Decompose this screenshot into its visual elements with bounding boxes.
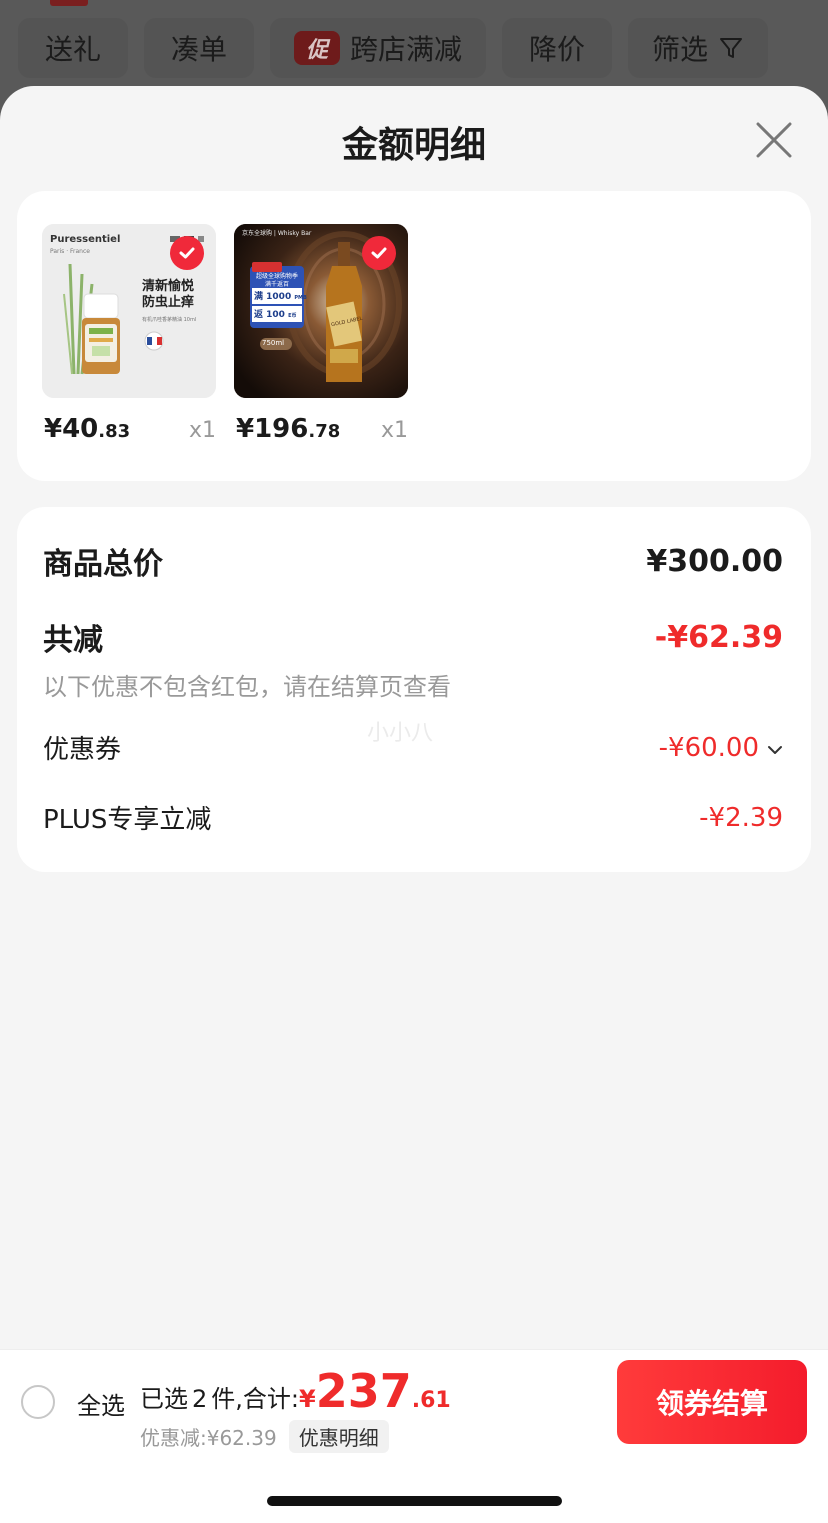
discount-note: 以下优惠不包含红包，请在结算页查看	[43, 673, 451, 701]
total-amount-dec: .61	[411, 1388, 451, 1413]
chip-bundle[interactable]: 凑单	[144, 18, 254, 78]
price-summary-card: 商品总价 ¥300.00 共减 -¥62.39 以下优惠不包含红包，请在结算页查…	[17, 507, 811, 872]
selected-suffix: 件,合计:	[211, 1385, 299, 1413]
promo-panel-title-2: 满千返百	[264, 281, 289, 288]
total-currency: ¥	[299, 1385, 316, 1413]
selected-count: 2	[192, 1385, 208, 1413]
filter-bar: 送礼 凑单 促 跨店满减 降价 筛选	[0, 0, 828, 100]
chip-filter-label: 筛选	[652, 33, 709, 66]
promo-panel-title-1: 超级全球购物季	[255, 273, 298, 280]
product-volume: 750ml	[262, 339, 285, 347]
product-image-header: 京东全球购 | Whisky Bar	[242, 230, 312, 237]
select-all-label[interactable]: 全选	[77, 1386, 125, 1421]
selected-prefix: 已选	[140, 1385, 188, 1413]
plus-discount-value: -¥2.39	[699, 802, 783, 833]
total-price-label: 商品总价	[43, 547, 163, 582]
chip-gift-label: 送礼	[44, 33, 101, 66]
total-reduce-label: 共减	[43, 623, 103, 658]
product-desc: 有机爪哇香茅精油 10ml	[142, 317, 197, 323]
summary-row-reduce: 共减 -¥62.39	[43, 615, 783, 659]
promo-row1-label: 满	[254, 292, 264, 302]
coupon-label: 优惠券	[43, 735, 122, 765]
chip-price-drop-label: 降价	[529, 33, 586, 66]
product-item[interactable]: Puressentiel Paris · France 清新愉悦 防虫止痒 有机…	[42, 224, 216, 444]
sheet-title: 金额明细	[341, 125, 486, 166]
discount-detail-button[interactable]: 优惠明细	[288, 1420, 389, 1453]
product-qty: x1	[380, 418, 408, 443]
discount-summary: 优惠减:¥62.39 优惠明细	[140, 1420, 389, 1453]
chip-gift[interactable]: 送礼	[18, 18, 128, 78]
total-amount-int: 237	[315, 1364, 412, 1418]
selected-total: 已选 2 件,合计: ¥ 237 .61	[140, 1364, 451, 1418]
product-price-row: ¥40.83 x1	[42, 414, 216, 444]
product-brand: Puressentiel	[50, 234, 121, 245]
chip-cross-store-label: 跨店满减	[350, 33, 463, 66]
total-price-value: ¥300.00	[646, 543, 783, 579]
promo-row1-amt: 1000	[266, 292, 292, 302]
promo-panel-row-2: 返 100 E币	[254, 307, 297, 320]
chip-cross-store[interactable]: 促 跨店满减	[270, 18, 487, 78]
chip-filter[interactable]: 筛选	[628, 18, 769, 78]
promo-row2-amt: 100	[266, 310, 285, 320]
top-accent	[50, 0, 88, 6]
home-indicator	[267, 1496, 562, 1506]
promo-badge-icon: 促	[294, 31, 340, 65]
product-image-essential-oil[interactable]: Puressentiel Paris · France 清新愉悦 防虫止痒 有机…	[42, 224, 216, 398]
promo-panel-row-1: 满 1000 PMB	[254, 289, 307, 302]
product-image-whisky[interactable]: 京东全球购 | Whisky Bar 超级全球购物季 满千返百 满 1000 P…	[234, 224, 408, 398]
product-tagline-1: 清新愉悦	[142, 279, 195, 294]
discount-text: 优惠减:¥62.39	[140, 1426, 277, 1450]
product-tagline-2: 防虫止痒	[142, 295, 195, 310]
checkout-button[interactable]: 领券结算	[617, 1360, 807, 1444]
product-price-row: ¥196.78 x1	[234, 414, 408, 444]
product-price-int: ¥196	[236, 414, 309, 444]
select-all-checkbox[interactable]	[21, 1385, 55, 1419]
product-qty: x1	[188, 418, 216, 443]
promo-row1-unit: PMB	[294, 295, 307, 301]
promo-panel-title: 超级全球购物季 满千返百	[251, 273, 303, 289]
coupon-value[interactable]: -¥60.00	[659, 733, 783, 763]
chip-bundle-label: 凑单	[170, 33, 227, 66]
summary-row-total: 商品总价 ¥300.00	[43, 539, 783, 583]
product-price-dec: .78	[308, 421, 341, 442]
checkmark-icon[interactable]	[170, 236, 204, 270]
checkmark-icon[interactable]	[362, 236, 396, 270]
product-price: ¥40.83	[44, 414, 130, 444]
product-brand-sub: Paris · France	[50, 248, 90, 255]
promo-row2-label: 返	[254, 310, 264, 320]
close-icon[interactable]	[754, 120, 794, 160]
filter-funnel-icon	[718, 35, 744, 61]
chevron-down-icon[interactable]	[767, 733, 783, 763]
amount-detail-sheet: 金额明细 Puressentiel Paris · France 清新愉悦 防虫…	[0, 86, 828, 1523]
product-price-dec: .83	[98, 421, 131, 442]
promo-row2-unit: E币	[288, 313, 297, 319]
total-reduce-value: -¥62.39	[654, 619, 783, 655]
plus-discount-label: PLUS专享立减	[43, 805, 212, 835]
selected-products-card: Puressentiel Paris · France 清新愉悦 防虫止痒 有机…	[17, 191, 811, 481]
product-price-int: ¥40	[44, 414, 99, 444]
summary-row-coupon[interactable]: 优惠券 -¥60.00	[43, 729, 783, 766]
filter-chips: 送礼 凑单 促 跨店满减 降价 筛选	[18, 18, 769, 78]
product-tagline: 清新愉悦 防虫止痒	[142, 279, 194, 311]
coupon-amount: -¥60.00	[658, 732, 759, 763]
summary-row-plus: PLUS专享立减 -¥2.39	[43, 799, 783, 836]
chip-price-drop[interactable]: 降价	[502, 18, 613, 78]
checkout-bar: 全选 已选 2 件,合计: ¥ 237 .61 优惠减:¥62.39 优惠明细 …	[0, 1349, 828, 1523]
product-item[interactable]: 京东全球购 | Whisky Bar 超级全球购物季 满千返百 满 1000 P…	[234, 224, 408, 444]
product-price: ¥196.78	[236, 414, 340, 444]
